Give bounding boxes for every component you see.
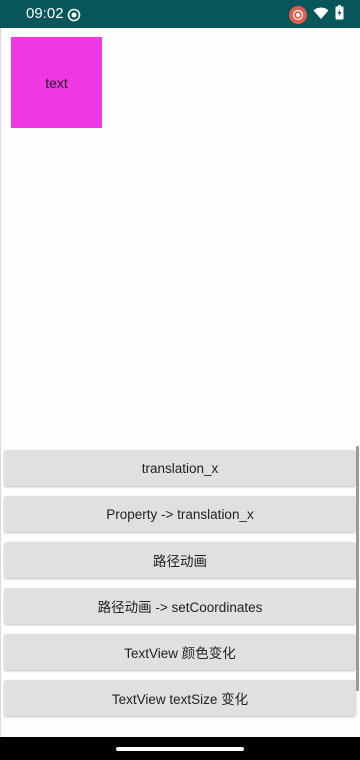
property-translation-x-button[interactable]: Property -> translation_x [4,496,356,532]
navigation-bar [0,737,360,760]
status-time: 09:02 [26,5,64,22]
battery-icon [335,5,344,24]
animated-text-view: text [11,37,102,128]
scrollbar[interactable] [356,446,359,691]
wifi-icon [313,5,329,24]
record-icon [289,5,307,24]
textview-textsize-change-button[interactable]: TextView textSize 变化 [4,680,356,716]
status-bar: 09:02 [0,0,360,28]
textview-color-change-button[interactable]: TextView 颜色变化 [4,634,356,670]
animated-text-label: text [45,74,68,91]
content-area: text translation_x Property -> translati… [0,28,360,737]
home-indicator[interactable] [116,747,244,751]
screen-record-icon [67,7,81,22]
path-animation-button[interactable]: 路径动画 [4,542,356,578]
translation-x-button[interactable]: translation_x [4,450,356,486]
status-icons [289,5,344,24]
path-animation-set-coordinates-button[interactable]: 路径动画 -> setCoordinates [4,588,356,624]
